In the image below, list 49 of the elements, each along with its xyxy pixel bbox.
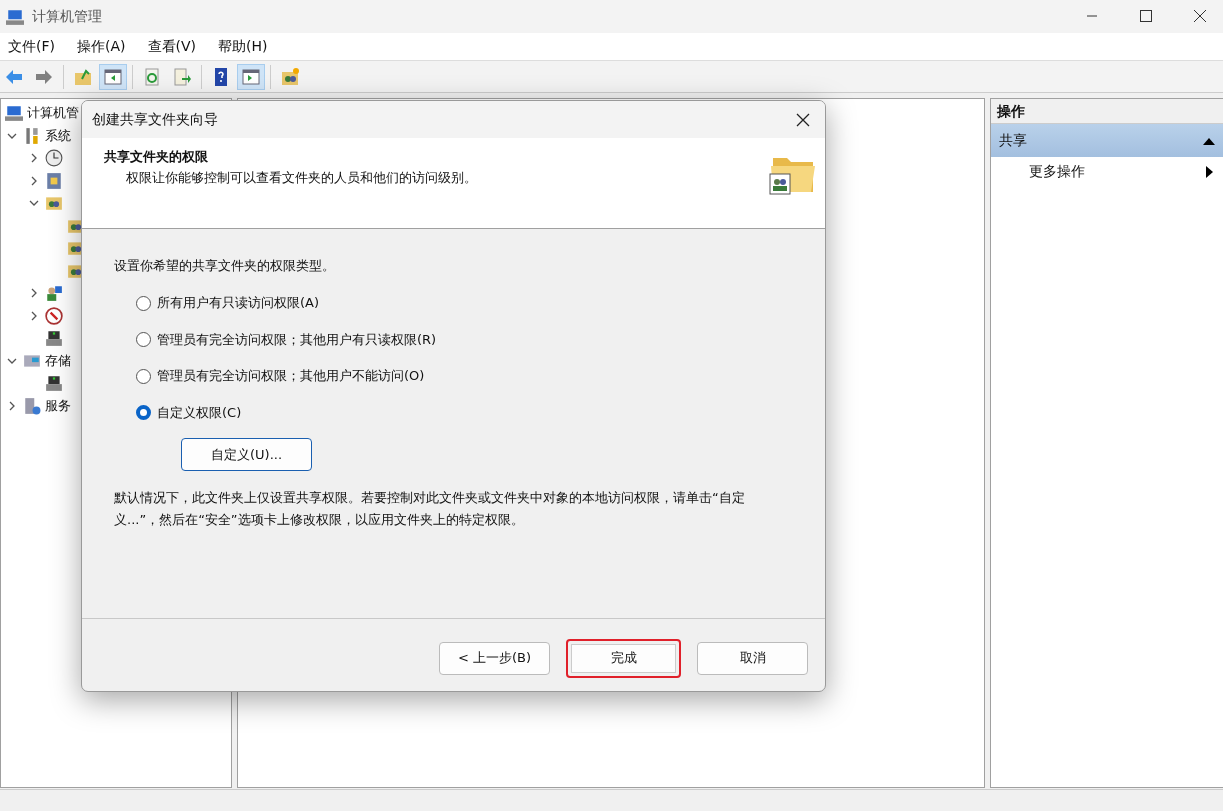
device-icon	[45, 374, 63, 393]
server-icon	[23, 396, 41, 415]
tree-item[interactable]: 系统	[45, 126, 71, 145]
option-label[interactable]: 管理员有完全访问权限；其他用户不能访问(O)	[157, 367, 425, 386]
option-label[interactable]: 所有用户有只读访问权限(A)	[157, 294, 320, 313]
option-label[interactable]: 自定义权限(C)	[157, 403, 242, 422]
panel-icon	[103, 66, 123, 87]
users-icon	[45, 284, 63, 303]
dialog-button[interactable]: < 上一步(B)	[439, 641, 550, 675]
dialog-button[interactable]: 取消	[697, 641, 808, 675]
actions-header: 操作	[991, 99, 1223, 124]
clock-icon	[45, 149, 63, 168]
radio-button[interactable]	[136, 332, 151, 348]
menu-item[interactable]: 帮助(H)	[218, 37, 268, 56]
tree-item[interactable]: 服务	[45, 396, 71, 415]
panel-icon	[241, 66, 261, 87]
dialog-title: 创建共享文件夹向导	[92, 110, 218, 129]
document-arrow-icon	[172, 66, 192, 87]
menu-item[interactable]: 查看(V)	[147, 37, 196, 56]
refresh-icon	[142, 66, 162, 87]
computer-icon	[5, 104, 23, 123]
menu-item[interactable]: 操作(A)	[77, 37, 126, 56]
menu-item[interactable]: 文件(F)	[8, 37, 55, 56]
window-title: 计算机管理	[32, 7, 102, 26]
dialog-subheading: 权限让你能够控制可以查看文件夹的人员和他们的访问级别。	[125, 169, 477, 187]
shared-folder-icon	[45, 194, 63, 213]
tree-item[interactable]: 计算机管	[27, 104, 79, 123]
action-link[interactable]: 更多操作	[1029, 163, 1085, 181]
shared-folder-icon	[280, 66, 300, 87]
dialog-button[interactable]: 完成	[566, 638, 681, 678]
submenu-arrow-icon	[1206, 166, 1213, 178]
customize-button[interactable]: 自定义(U)...	[181, 438, 312, 471]
computer-icon	[6, 7, 24, 26]
toolbar-button[interactable]	[237, 63, 265, 90]
collapse-triangle-icon[interactable]	[1203, 136, 1215, 145]
option-label[interactable]: 管理员有完全访问权限；其他用户有只读权限(R)	[157, 330, 437, 349]
toolbar-button[interactable]	[99, 63, 127, 90]
note-text: 默认情况下，此文件夹上仅设置共享权限。若要控制对此文件夹或文件夹中对象的本地访问权限，请单击“自定义...”，然后在“安全”选项卡上修改权限，以应用文件夹上的特定权限。	[114, 489, 746, 529]
prompt-text: 设置你希望的共享文件夹的权限类型。	[114, 257, 335, 275]
dialog-heading: 共享文件夹的权限	[104, 148, 209, 166]
device-icon	[45, 329, 63, 348]
tree-item[interactable]: 存储	[45, 351, 71, 370]
close-icon[interactable]	[795, 111, 811, 128]
tools-icon	[23, 126, 41, 145]
radio-button[interactable]	[136, 368, 151, 384]
radio-button[interactable]	[136, 295, 151, 311]
actions-section[interactable]: 共享	[991, 124, 1223, 157]
section-label: 共享	[999, 131, 1027, 150]
radio-button[interactable]	[136, 405, 151, 421]
